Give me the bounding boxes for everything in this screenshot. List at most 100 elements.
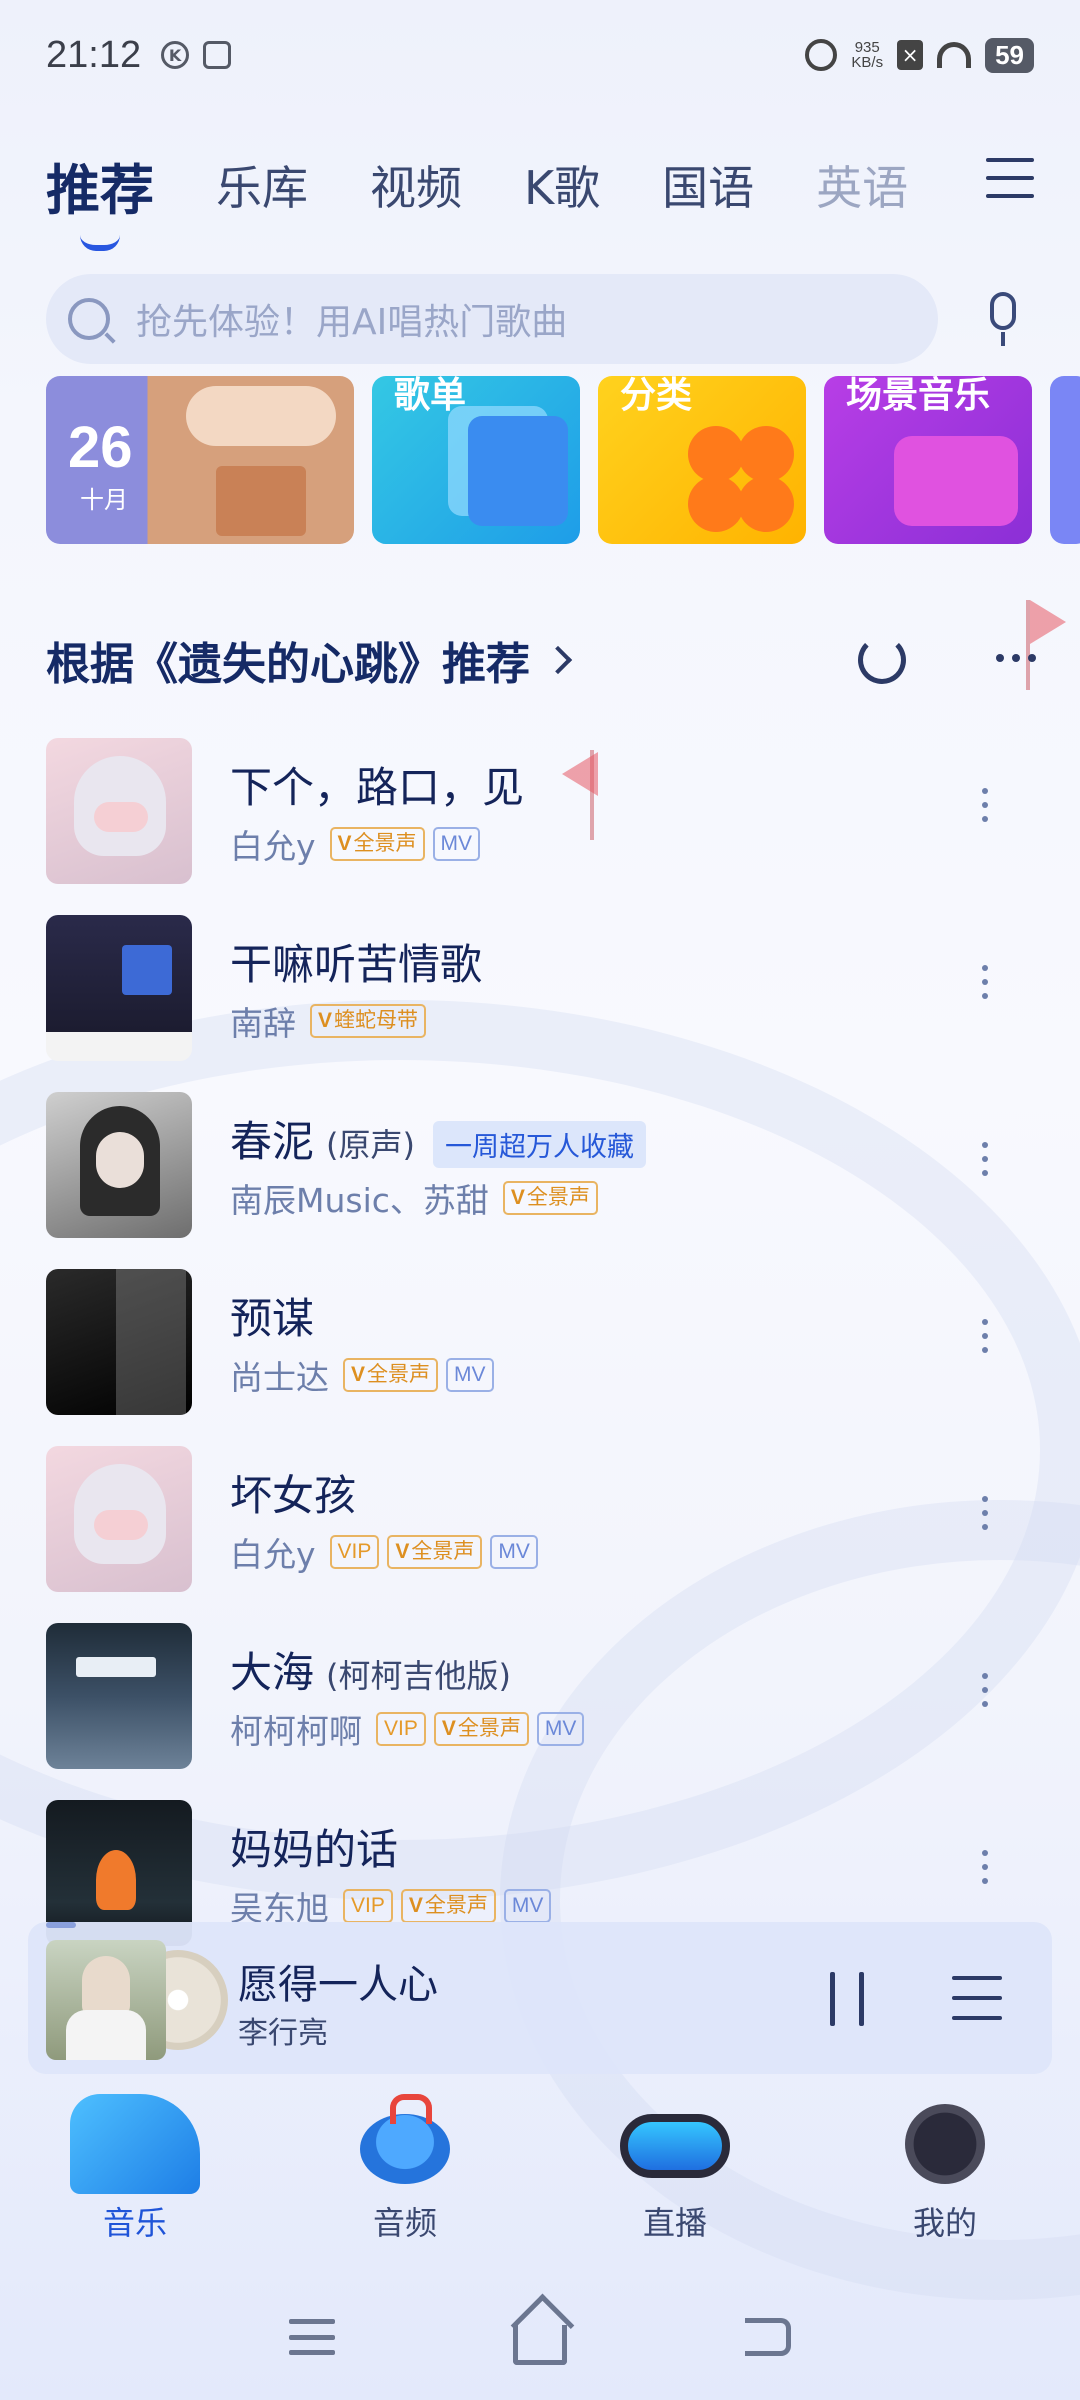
playlist-card-title: 歌单 bbox=[394, 376, 467, 416]
song-title: 干嘛听苦情歌 bbox=[230, 940, 483, 989]
song-title: 预谋 bbox=[230, 1294, 315, 1343]
tab-karaoke[interactable]: K歌 bbox=[524, 152, 600, 218]
song-version: (原声) bbox=[326, 1126, 415, 1164]
ice-skate-icon bbox=[70, 2094, 200, 2194]
more-card[interactable] bbox=[1050, 376, 1080, 544]
curling-stone-icon bbox=[360, 2094, 450, 2184]
spatial-audio-tag: 全景声 bbox=[502, 1181, 598, 1215]
song-row[interactable]: 预谋 尚士达 全景声 MV bbox=[46, 1269, 1046, 1446]
sofa-illustration bbox=[894, 436, 1018, 526]
mv-tag[interactable]: MV bbox=[446, 1358, 494, 1392]
more-icon[interactable] bbox=[996, 654, 1036, 662]
scene-music-card[interactable]: 场景音乐 bbox=[824, 376, 1032, 544]
album-cover bbox=[46, 738, 192, 884]
document-notification-icon bbox=[203, 41, 232, 69]
nav-music-label: 音乐 bbox=[102, 2204, 167, 2242]
mini-player[interactable]: 愿得一人心 李行亮 bbox=[28, 1922, 1052, 2074]
song-artist: 南辰Music、苏甜 bbox=[230, 1181, 489, 1220]
song-row[interactable]: 春泥 (原声) 一周超万人收藏 南辰Music、苏甜 全景声 bbox=[46, 1092, 1046, 1269]
tab-video[interactable]: 视频 bbox=[370, 152, 462, 218]
section-title[interactable]: 根据《遗失的心跳》推荐 bbox=[46, 628, 530, 692]
ski-goggles-icon bbox=[620, 2114, 730, 2178]
mv-tag[interactable]: MV bbox=[503, 1889, 552, 1923]
song-row[interactable]: 坏女孩 白允y VIP 全景声 MV bbox=[46, 1446, 1046, 1623]
album-cover bbox=[46, 1092, 192, 1238]
spatial-audio-tag: 全景声 bbox=[343, 1358, 439, 1392]
song-title: 坏女孩 bbox=[230, 1471, 357, 1520]
status-bar: 21:12 K 935 KB/s × 59 bbox=[0, 0, 1080, 110]
tab-recommend[interactable]: 推荐 bbox=[46, 146, 154, 251]
nav-music[interactable]: 音乐 bbox=[0, 2074, 270, 2274]
hot-badge: 一周超万人收藏 bbox=[433, 1121, 646, 1168]
album-cover bbox=[46, 915, 192, 1061]
tab-mandarin[interactable]: 国语 bbox=[662, 152, 754, 218]
spatial-audio-tag: 全景声 bbox=[329, 827, 425, 861]
vip-tag: VIP bbox=[329, 1535, 380, 1569]
album-cover bbox=[46, 1269, 192, 1415]
search-input[interactable]: 抢先体验！用AI唱热门歌曲 bbox=[46, 274, 938, 364]
back-icon[interactable] bbox=[745, 2318, 791, 2356]
more-vertical-icon[interactable] bbox=[982, 965, 988, 999]
battery-level: 59 bbox=[985, 37, 1034, 73]
hockey-puck-icon bbox=[905, 2104, 985, 2184]
refresh-icon[interactable] bbox=[858, 636, 906, 684]
menu-icon[interactable] bbox=[986, 158, 1034, 198]
mini-player-progress bbox=[46, 1922, 76, 1928]
alarm-icon bbox=[805, 39, 838, 71]
network-speed-value: 935 bbox=[854, 39, 880, 56]
scene-music-card-title: 场景音乐 bbox=[846, 376, 991, 416]
song-artist: 白允y bbox=[230, 827, 316, 866]
song-title: 大海 bbox=[230, 1648, 315, 1697]
system-navigation-bar bbox=[0, 2274, 1080, 2400]
chevron-right-icon[interactable] bbox=[543, 645, 573, 675]
song-artist: 白允y bbox=[230, 1535, 316, 1574]
nav-live[interactable]: 直播 bbox=[540, 2074, 810, 2274]
vip-tag: VIP bbox=[376, 1712, 426, 1746]
recommend-section-header: 根据《遗失的心跳》推荐 bbox=[46, 630, 1036, 690]
more-vertical-icon[interactable] bbox=[982, 788, 988, 822]
playlist-queue-icon[interactable] bbox=[952, 1976, 1002, 2020]
more-vertical-icon[interactable] bbox=[982, 1142, 988, 1176]
song-artist: 柯柯柯啊 bbox=[230, 1712, 362, 1751]
daily-recommend-card[interactable]: 26 十月 bbox=[46, 376, 354, 544]
wifi-icon bbox=[937, 42, 972, 68]
recent-apps-icon[interactable] bbox=[289, 2319, 335, 2355]
now-playing-cover bbox=[46, 1940, 166, 2060]
voice-search-icon[interactable] bbox=[980, 284, 1030, 348]
more-vertical-icon[interactable] bbox=[982, 1496, 988, 1530]
song-row[interactable]: 干嘛听苦情歌 南辞 蝰蛇母带 bbox=[46, 915, 1046, 1092]
x-icon: × bbox=[897, 40, 924, 70]
network-speed: 935 KB/s bbox=[851, 40, 883, 70]
home-icon[interactable] bbox=[513, 2325, 567, 2365]
category-card[interactable]: 分类 bbox=[598, 376, 806, 544]
spatial-audio-tag: 全景声 bbox=[433, 1712, 529, 1746]
song-artist: 尚士达 bbox=[230, 1358, 329, 1397]
nav-audio-label: 音频 bbox=[372, 2204, 437, 2242]
daily-month: 十月 bbox=[80, 486, 128, 514]
mv-tag[interactable]: MV bbox=[432, 827, 481, 861]
vip-tag: VIP bbox=[343, 1889, 393, 1923]
nav-audio[interactable]: 音频 bbox=[270, 2074, 540, 2274]
now-playing-title: 愿得一人心 bbox=[238, 1962, 438, 2008]
bottom-nav: 音乐 音频 直播 我的 bbox=[0, 2074, 1080, 2274]
daily-day: 26 bbox=[68, 415, 133, 480]
playlist-card-illustration bbox=[468, 416, 568, 526]
song-row[interactable]: 下个，路口，见 白允y 全景声 MV bbox=[46, 738, 1046, 915]
playlist-card[interactable]: 歌单 bbox=[372, 376, 580, 544]
mv-tag[interactable]: MV bbox=[536, 1712, 585, 1746]
album-cover bbox=[46, 1446, 192, 1592]
tab-english[interactable]: 英语 bbox=[816, 152, 908, 218]
tab-library[interactable]: 乐库 bbox=[216, 152, 308, 218]
network-speed-unit: KB/s bbox=[851, 54, 884, 71]
song-title: 春泥 bbox=[230, 1117, 315, 1166]
nav-mine[interactable]: 我的 bbox=[810, 2074, 1080, 2274]
more-vertical-icon[interactable] bbox=[982, 1673, 988, 1707]
feature-cards: 26 十月 歌单 分类 场景音乐 bbox=[46, 376, 1080, 546]
song-row[interactable]: 大海 (柯柯吉他版) 柯柯柯啊 VIP 全景声 MV bbox=[46, 1623, 1046, 1800]
status-time: 21:12 bbox=[46, 33, 142, 76]
more-vertical-icon[interactable] bbox=[982, 1319, 988, 1353]
pause-icon[interactable] bbox=[830, 1972, 864, 2026]
more-vertical-icon[interactable] bbox=[982, 1850, 988, 1884]
mv-tag[interactable]: MV bbox=[490, 1535, 538, 1569]
spatial-audio-tag: 全景声 bbox=[387, 1535, 483, 1569]
